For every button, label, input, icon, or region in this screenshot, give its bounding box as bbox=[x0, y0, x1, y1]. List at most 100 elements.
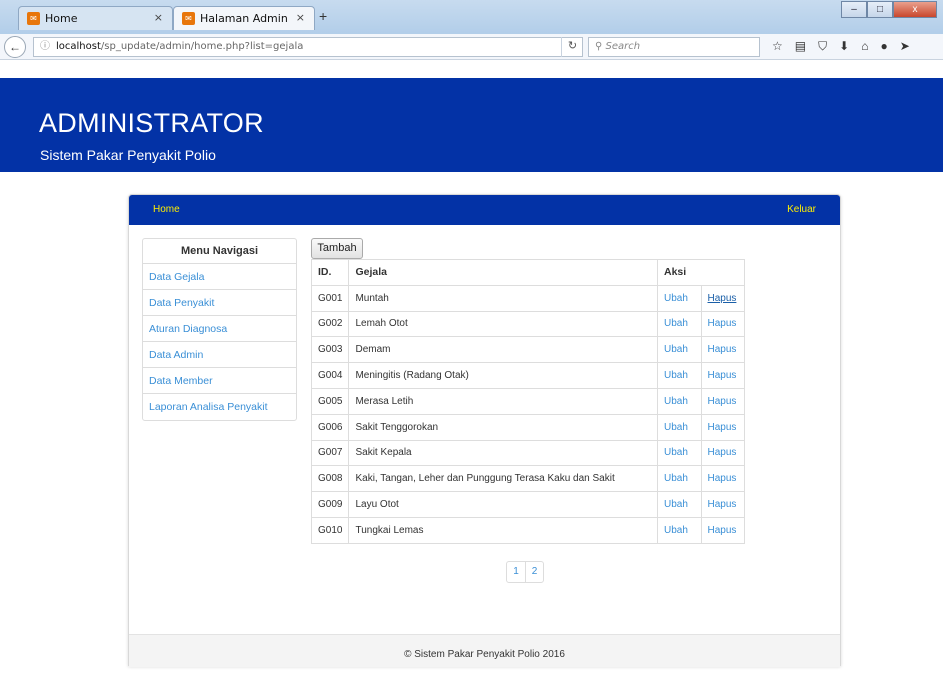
delete-link[interactable]: Hapus bbox=[700, 439, 745, 467]
send-icon[interactable]: ➤ bbox=[900, 39, 910, 54]
table-row: G005 Merasa Letih Ubah Hapus bbox=[310, 387, 745, 415]
cell-gejala: Meningitis (Radang Otak) bbox=[348, 362, 658, 389]
delete-link[interactable]: Hapus bbox=[700, 413, 745, 441]
delete-link[interactable]: Hapus bbox=[700, 362, 745, 389]
column-header-aksi: Aksi bbox=[657, 259, 745, 286]
page-title: ADMINISTRATOR bbox=[39, 108, 264, 138]
table-header-row: ID. Gejala Aksi bbox=[310, 259, 745, 286]
symptom-table: ID. Gejala Aksi G001 Muntah Ubah Hapus G002 L… bbox=[310, 259, 745, 544]
chat-icon[interactable]: ● bbox=[880, 39, 887, 54]
nav-logout-link[interactable]: Keluar bbox=[787, 204, 816, 215]
edit-link[interactable]: Ubah bbox=[657, 362, 702, 389]
search-placeholder: Search bbox=[605, 41, 641, 52]
edit-link[interactable]: Ubah bbox=[657, 439, 702, 467]
cell-gejala: Muntah bbox=[348, 284, 658, 312]
cell-gejala: Kaki, Tangan, Leher dan Punggung Terasa … bbox=[348, 465, 658, 493]
table-row: G001 Muntah Ubah Hapus bbox=[310, 284, 745, 312]
back-arrow-icon: ← bbox=[9, 40, 21, 54]
edit-link[interactable]: Ubah bbox=[657, 336, 702, 364]
new-tab-button[interactable]: + bbox=[319, 8, 327, 24]
favicon-icon: ✉ bbox=[182, 12, 195, 25]
cell-id: G007 bbox=[310, 439, 350, 467]
search-input[interactable]: ⚲ Search bbox=[588, 37, 760, 57]
cell-gejala: Merasa Letih bbox=[348, 387, 658, 415]
home-icon[interactable]: ⌂ bbox=[861, 39, 868, 54]
sidebar-item-data-member[interactable]: Data Member bbox=[143, 368, 296, 394]
cell-gejala: Layu Otot bbox=[348, 491, 658, 518]
sidebar-item-data-admin[interactable]: Data Admin bbox=[143, 342, 296, 368]
main-panel: Home Keluar Menu Navigasi Data Gejala Da… bbox=[128, 194, 841, 667]
column-header-id: ID. bbox=[310, 259, 350, 286]
download-icon[interactable]: ⬇ bbox=[839, 39, 849, 54]
cell-gejala: Demam bbox=[348, 336, 658, 364]
search-icon: ⚲ bbox=[595, 41, 603, 52]
tab-halaman-admin[interactable]: ✉ Halaman Admin × bbox=[173, 6, 315, 30]
close-window-button[interactable]: x bbox=[893, 1, 937, 18]
pocket-icon[interactable]: ⛉ bbox=[818, 39, 827, 54]
sidebar-menu: Menu Navigasi Data Gejala Data Penyakit … bbox=[142, 238, 297, 421]
delete-link[interactable]: Hapus bbox=[700, 310, 745, 338]
url-path: /sp_update/admin/home.php?list=gejala bbox=[100, 41, 304, 52]
sidebar-heading: Menu Navigasi bbox=[143, 239, 296, 264]
edit-link[interactable]: Ubah bbox=[657, 310, 702, 338]
top-nav: Home Keluar bbox=[129, 195, 840, 225]
page-link-1[interactable]: 1 bbox=[507, 562, 525, 582]
cell-gejala: Sakit Kepala bbox=[348, 439, 658, 467]
window-controls: – □ x bbox=[841, 1, 937, 18]
cell-id: G002 bbox=[310, 310, 350, 338]
pagination: 1 2 bbox=[506, 561, 544, 583]
cell-id: G003 bbox=[310, 336, 350, 364]
table-row: G004 Meningitis (Radang Otak) Ubah Hapus bbox=[310, 362, 745, 389]
delete-link[interactable]: Hapus bbox=[700, 387, 745, 415]
reload-button[interactable]: ↻ bbox=[561, 37, 583, 57]
url-host: localhost bbox=[56, 41, 101, 52]
reading-list-icon[interactable]: ▤ bbox=[795, 39, 806, 54]
cell-id: G004 bbox=[310, 362, 350, 389]
table-row: G006 Sakit Tenggorokan Ubah Hapus bbox=[310, 413, 745, 441]
edit-link[interactable]: Ubah bbox=[657, 516, 702, 544]
column-header-gejala: Gejala bbox=[348, 259, 658, 286]
delete-link[interactable]: Hapus bbox=[700, 516, 745, 544]
sidebar-item-data-gejala[interactable]: Data Gejala bbox=[143, 264, 296, 290]
edit-link[interactable]: Ubah bbox=[657, 465, 702, 493]
sidebar-item-aturan-diagnosa[interactable]: Aturan Diagnosa bbox=[143, 316, 296, 342]
table-row: G009 Layu Otot Ubah Hapus bbox=[310, 491, 745, 518]
table-row: G002 Lemah Otot Ubah Hapus bbox=[310, 310, 745, 338]
edit-link[interactable]: Ubah bbox=[657, 413, 702, 441]
cell-id: G009 bbox=[310, 491, 350, 518]
edit-link[interactable]: Ubah bbox=[657, 284, 702, 312]
table-body: G001 Muntah Ubah Hapus G002 Lemah Otot Ubah Hap… bbox=[310, 284, 745, 544]
minimize-button[interactable]: – bbox=[841, 1, 867, 18]
add-button[interactable]: Tambah bbox=[311, 238, 363, 259]
nav-home-link[interactable]: Home bbox=[153, 204, 180, 215]
back-button[interactable]: ← bbox=[4, 36, 26, 58]
url-bar[interactable]: ⓘ localhost/sp_update/admin/home.php?lis… bbox=[33, 37, 583, 57]
tab-home[interactable]: ✉ Home × bbox=[18, 6, 173, 30]
maximize-button[interactable]: □ bbox=[867, 1, 893, 18]
tab-label: Home bbox=[45, 12, 78, 25]
cell-id: G008 bbox=[310, 465, 350, 493]
cell-id: G001 bbox=[310, 284, 350, 312]
page-link-2[interactable]: 2 bbox=[525, 562, 543, 582]
bookmark-star-icon[interactable]: ☆ bbox=[772, 39, 783, 54]
delete-link[interactable]: Hapus bbox=[700, 284, 745, 312]
close-tab-icon[interactable]: × bbox=[296, 11, 305, 24]
edit-link[interactable]: Ubah bbox=[657, 491, 702, 518]
cell-id: G006 bbox=[310, 413, 350, 441]
close-tab-icon[interactable]: × bbox=[154, 11, 163, 24]
site-info-icon[interactable]: ⓘ bbox=[40, 38, 50, 56]
table-row: G010 Tungkai Lemas Ubah Hapus bbox=[310, 516, 745, 544]
edit-link[interactable]: Ubah bbox=[657, 387, 702, 415]
tab-label: Halaman Admin bbox=[200, 12, 288, 25]
footer: © Sistem Pakar Penyakit Polio 2016 bbox=[129, 634, 840, 667]
cell-id: G010 bbox=[310, 516, 350, 544]
cell-id: G005 bbox=[310, 387, 350, 415]
table-row: G007 Sakit Kepala Ubah Hapus bbox=[310, 439, 745, 467]
delete-link[interactable]: Hapus bbox=[700, 336, 745, 364]
sidebar-item-data-penyakit[interactable]: Data Penyakit bbox=[143, 290, 296, 316]
site-header: ADMINISTRATOR Sistem Pakar Penyakit Poli… bbox=[0, 78, 943, 172]
delete-link[interactable]: Hapus bbox=[700, 491, 745, 518]
delete-link[interactable]: Hapus bbox=[700, 465, 745, 493]
table-row: G003 Demam Ubah Hapus bbox=[310, 336, 745, 364]
sidebar-item-laporan-analisa[interactable]: Laporan Analisa Penyakit bbox=[143, 394, 296, 420]
